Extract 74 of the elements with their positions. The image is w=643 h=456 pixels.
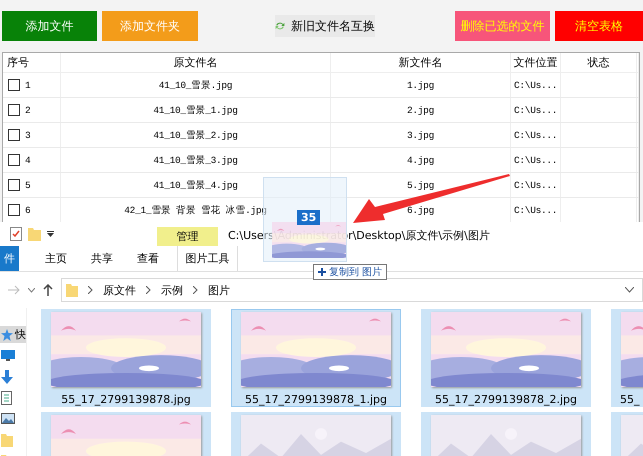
table-cell: 41_10_雪景_1.jpg	[153, 104, 238, 116]
file-name: 55_	[620, 393, 640, 406]
checkbox[interactable]	[8, 154, 20, 166]
table-cell: C:\Us...	[514, 204, 558, 216]
tooltip-text: 复制到 图片	[329, 266, 382, 279]
chevron-down-icon[interactable]	[625, 287, 634, 293]
star-icon	[1, 328, 13, 340]
file-tile[interactable]: 55_	[611, 309, 643, 407]
breadcrumb[interactable]: 示例	[161, 282, 183, 298]
row-number: 1	[25, 80, 30, 90]
row-number: 6	[25, 204, 30, 216]
checkbox[interactable]	[8, 179, 20, 191]
breadcrumb[interactable]: 原文件	[103, 282, 136, 298]
table-cell: C:\Us...	[514, 80, 558, 90]
file-tile[interactable]: 55_17_2799139878_2.jpg	[421, 309, 591, 407]
folder-icon	[1, 432, 13, 446]
up-icon[interactable]	[43, 284, 53, 296]
ribbon-tab[interactable]: 共享	[79, 246, 125, 271]
checkbox[interactable]	[8, 104, 20, 116]
table-cell: 1.jpg	[406, 80, 434, 90]
table-cell: 3.jpg	[406, 130, 434, 140]
file-name: 55_17_2799139878.jpg	[61, 393, 191, 406]
chevron-right-icon	[88, 286, 93, 294]
context-tab-group: 管理	[157, 227, 218, 246]
table-cell: C:\Us...	[514, 154, 558, 166]
count-badge: 35	[297, 210, 320, 225]
breadcrumb[interactable]: 图片	[208, 282, 230, 298]
column-header: 状态	[561, 53, 637, 72]
row-number: 3	[25, 130, 30, 140]
row-number: 5	[25, 180, 30, 190]
table-cell: 2.jpg	[406, 104, 434, 116]
chevron-right-icon	[193, 286, 198, 294]
nav-label: 快	[15, 327, 26, 342]
table-cell: 6.jpg	[406, 204, 434, 216]
dropdown-icon[interactable]	[47, 231, 54, 237]
image-icon	[1, 413, 15, 424]
table-cell: C:\Us...	[514, 180, 558, 190]
address-bar[interactable]: 原文件 示例 图片	[61, 278, 643, 302]
ribbon-tab[interactable]: 件	[0, 246, 19, 271]
monitor-icon	[1, 350, 15, 361]
file-name: 55_17_2799139878_1.jpg	[245, 393, 387, 406]
column-header: 新文件名	[331, 53, 511, 72]
table-cell: 41_10_雪景_3.jpg	[153, 154, 238, 166]
checkbox[interactable]	[8, 204, 20, 216]
table-cell: 5.jpg	[406, 180, 434, 190]
chevron-down-icon[interactable]	[28, 288, 35, 292]
table-cell: 4.jpg	[406, 154, 434, 166]
table-cell: 41_10_雪景_4.jpg	[153, 178, 238, 192]
column-header: 原文件名	[61, 53, 331, 72]
checkbox[interactable]	[8, 79, 20, 91]
toolbar-button[interactable]: 清空表格	[555, 11, 643, 41]
swap-button[interactable]: 新旧文件名互换	[274, 15, 375, 37]
row-number: 2	[25, 104, 30, 116]
nav-item[interactable]: 快	[0, 326, 26, 343]
folder-icon	[66, 283, 78, 297]
row-number: 4	[25, 154, 30, 166]
plus-icon	[318, 268, 326, 276]
down-arrow-icon	[1, 370, 13, 384]
file-tile[interactable]: 55_17_2799139878_1.jpg	[231, 309, 401, 407]
table-cell: C:\Us...	[514, 130, 558, 140]
table-cell: 41_10_雪景_2.jpg	[153, 128, 238, 142]
table-cell: C:\Us...	[514, 104, 558, 116]
checkbox[interactable]	[8, 129, 20, 141]
column-header: 序号	[3, 53, 61, 72]
ribbon-tab[interactable]: 主页	[33, 246, 79, 271]
column-header: 文件位置	[511, 53, 561, 72]
toolbar-button[interactable]: 添加文件	[2, 11, 98, 41]
ribbon-tab[interactable]: 查看	[125, 246, 171, 271]
file-tile[interactable]: 55_17_2799139878.jpg	[41, 309, 211, 407]
file-name: 55_17_2799139878_2.jpg	[435, 393, 577, 406]
ribbon-tab[interactable]: 图片工具	[177, 246, 238, 271]
properties-icon[interactable]	[10, 227, 22, 241]
table-cell: 41_10_雪景.jpg	[158, 78, 232, 92]
chevron-right-icon	[146, 286, 151, 294]
